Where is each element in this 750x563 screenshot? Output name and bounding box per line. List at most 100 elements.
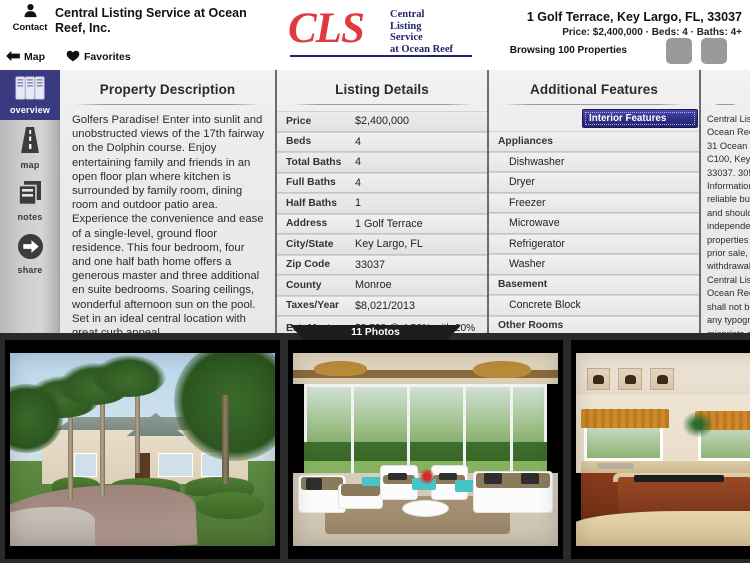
property-price-summary: Price: $2,400,000 · Beds: 4 · Baths: 4+ (562, 27, 742, 38)
row-value: $2,400,000 (355, 115, 410, 128)
photos-tab-label: 11 Photos (351, 327, 400, 338)
map-button[interactable]: Map (6, 48, 45, 65)
selector-focus-ring: Interior Features (585, 112, 695, 125)
notes-icon (16, 179, 44, 212)
row-value: Monroe (355, 279, 392, 292)
list-item: Refrigerator (489, 233, 699, 254)
cls-logo: CLS Central Listing Service at Ocean Ree… (288, 5, 478, 61)
list-item: Washer (489, 254, 699, 275)
favorites-button[interactable]: Favorites (66, 48, 131, 65)
list-item-group: Basement (489, 274, 699, 295)
list-item-group: Appliances (489, 131, 699, 152)
table-row: Taxes/Year $8,021/2013 (277, 295, 487, 316)
feature-selector-wrap: Interior Features (489, 109, 699, 131)
photos-tab[interactable]: 11 Photos (290, 325, 461, 340)
disclaimer-body: Central Listing Service at Ocean Reef, I… (707, 114, 750, 333)
table-row: City/State Key Largo, FL (277, 234, 487, 255)
interior-features-selector[interactable]: Interior Features (582, 109, 698, 128)
row-value: 1 Golf Terrace (355, 217, 423, 230)
row-label: Address (286, 218, 328, 230)
map-label: Map (24, 50, 45, 63)
row-label: Half Baths (286, 197, 337, 209)
sidebar-item-overview-label: overview (9, 105, 51, 115)
sidebar-item-map-label: map (20, 160, 40, 170)
divider (291, 104, 473, 105)
favorites-label: Favorites (84, 50, 131, 63)
logo-mark: CLS (288, 5, 365, 52)
logo-underline (290, 55, 472, 57)
sidebar-item-notes-label: notes (17, 212, 43, 222)
overview-icon (15, 76, 45, 105)
listing-details-panel: Listing Details Price $2,400,000 Beds 4 To… (276, 70, 488, 333)
photo-kitchen[interactable] (571, 340, 750, 559)
additional-features-title: Additional Features (530, 82, 658, 97)
row-label: City/State (286, 238, 334, 250)
header-right: 1 Golf Terrace, Key Largo, FL, 33037 Pri… (490, 0, 750, 70)
logo-subtext: Central Listing Service at Ocean Reef (390, 9, 453, 55)
header-left: Contact Central Listing Service at Ocean… (0, 0, 290, 70)
table-row: Zip Code 33037 (277, 254, 487, 275)
disclaimer-panel: Central Listing Service at Ocean Reef, I… (700, 70, 750, 333)
road-map-icon (17, 125, 43, 160)
logo-line-1: Central (390, 9, 425, 20)
row-value: 4 (355, 135, 362, 148)
listing-details-title: Listing Details (335, 82, 429, 97)
contact-button[interactable]: Contact (8, 3, 52, 39)
row-label: Beds (286, 136, 312, 148)
person-icon (23, 3, 38, 22)
row-value: 1 (355, 197, 362, 210)
previous-property-button[interactable] (666, 38, 692, 64)
logo-line-4: at Ocean Reef (390, 43, 453, 55)
list-item-group: Other Rooms (489, 315, 699, 333)
row-value: $8,021/2013 (355, 299, 416, 312)
property-description-body: Golfers Paradise! Enter into sunlit and … (72, 114, 265, 333)
row-value: 33037 (355, 258, 386, 271)
additional-features-panel: Additional Features Interior Features Ap… (488, 70, 700, 333)
logo-line-2: Listing (390, 20, 422, 32)
row-label: County (286, 279, 322, 291)
photo-kitchen-image (576, 353, 750, 546)
features-list: Appliances Dishwasher Dryer Freezer Micr… (489, 131, 699, 333)
photo-exterior-front-image (10, 353, 275, 546)
table-row: County Monroe (277, 275, 487, 296)
list-item: Dishwasher (489, 151, 699, 172)
table-row: Price $2,400,000 (277, 111, 487, 132)
row-label: Total Baths (286, 156, 342, 168)
browsing-count: Browsing 100 Properties (509, 45, 627, 56)
sidebar-item-notes[interactable]: notes (0, 174, 60, 228)
row-label: Price (286, 115, 312, 127)
sidebar-item-map[interactable]: map (0, 120, 60, 174)
list-item: Microwave (489, 213, 699, 234)
listing-details-rows: Price $2,400,000 Beds 4 Total Baths 4 Full … (277, 111, 487, 333)
sidebar-item-share-label: share (17, 265, 43, 275)
list-item: Concrete Block (489, 295, 699, 316)
property-detail-screen: Contact Central Listing Service at Ocean… (0, 0, 750, 563)
table-row: Address 1 Golf Terrace (277, 213, 487, 234)
list-item: Dryer (489, 172, 699, 193)
row-label: Full Baths (286, 177, 336, 189)
row-value: 4 (355, 156, 362, 169)
photo-screened-lanai[interactable] (288, 340, 563, 559)
content-area: overview map notes share Property Descri… (0, 70, 750, 333)
back-arrow-icon (6, 50, 20, 64)
contact-label: Contact (12, 22, 48, 33)
photo-exterior-front[interactable] (5, 340, 280, 559)
divider (503, 104, 685, 105)
next-property-button[interactable] (701, 38, 727, 64)
photo-screened-lanai-image (293, 353, 558, 546)
app-header: Contact Central Listing Service at Ocean… (0, 0, 750, 70)
property-description-panel: Property Description Golfers Paradise! E… (60, 70, 276, 333)
sidebar-item-share[interactable]: share (0, 228, 60, 282)
agency-name: Central Listing Service at Ocean Reef, I… (55, 6, 247, 35)
row-label: Taxes/Year (286, 300, 340, 312)
table-row: Total Baths 4 (277, 152, 487, 173)
logo-line-3: Service (390, 32, 423, 43)
table-row: Beds 4 (277, 131, 487, 152)
row-value: Key Largo, FL (355, 238, 423, 251)
photo-strip[interactable] (0, 333, 750, 563)
sidebar-item-overview[interactable]: overview (0, 70, 60, 120)
table-row: Full Baths 4 (277, 172, 487, 193)
property-description-title: Property Description (99, 82, 236, 97)
property-address: 1 Golf Terrace, Key Largo, FL, 33037 (526, 10, 742, 24)
share-arrow-icon (17, 233, 44, 265)
